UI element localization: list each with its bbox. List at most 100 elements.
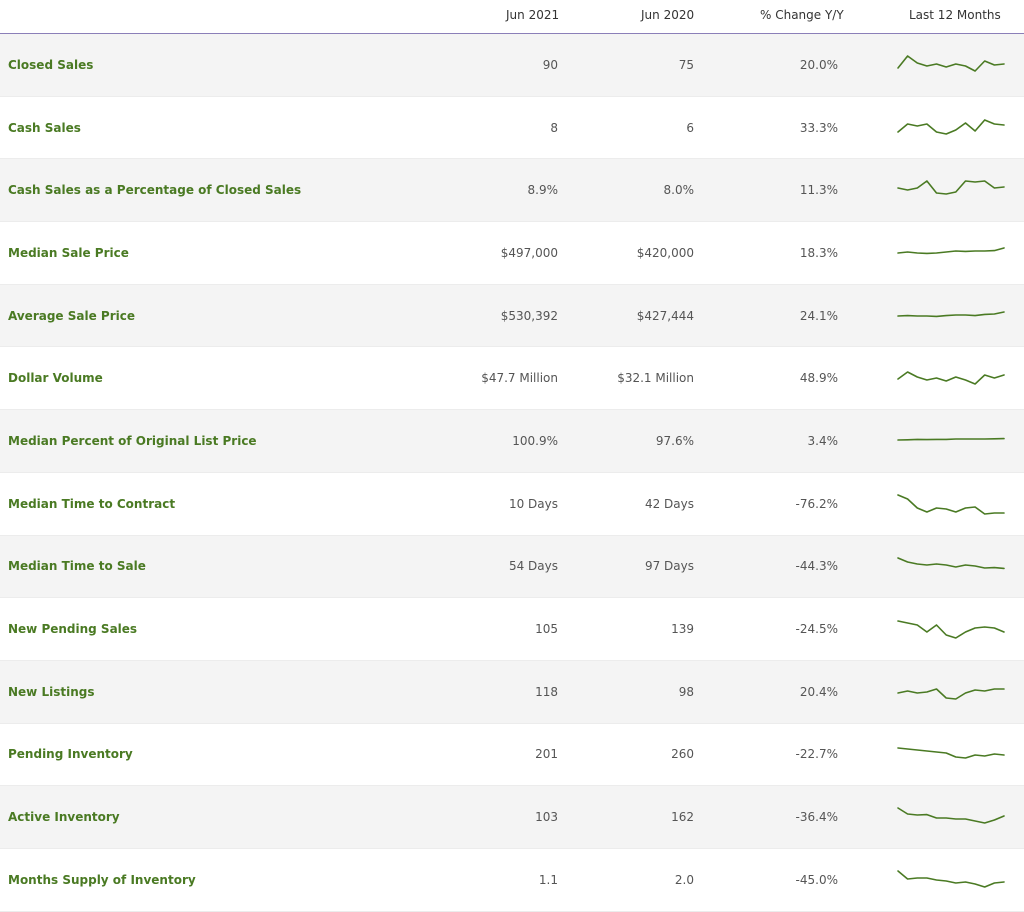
current-value: 100.9% [512,433,558,448]
change-value: 20.4% [799,684,838,699]
table-row: Months Supply of Inventory 1.1 2.0 -45.0% [0,849,1024,912]
market-stats-table: Jun 2021 Jun 2020 % Change Y/Y Last 12 M… [0,0,1024,912]
prior-value: 42 Days [644,496,694,511]
prior-value: 6 [686,120,694,135]
sparkline-chart [897,118,1005,135]
metric-label[interactable]: Median Time to Sale [8,559,146,573]
table-row: Pending Inventory 201 260 -22.7% [0,724,1024,787]
change-value: -76.2% [795,496,838,511]
current-value: $47.7 Million [481,371,558,386]
sparkline-series [897,747,1005,760]
current-value: 54 Days [508,559,558,574]
change-value: -44.3% [795,559,838,574]
metric-label[interactable]: New Pending Sales [8,622,137,636]
metric-label[interactable]: New Listings [8,685,94,699]
sparkline-series [897,869,1005,888]
change-value: -22.7% [795,747,838,762]
table-row: New Pending Sales 105 139 -24.5% [0,598,1024,661]
table-row: Active Inventory 103 162 -36.4% [0,786,1024,849]
header-change-yy: % Change Y/Y [760,8,844,22]
current-value: 8 [550,120,558,135]
sparkline-series [897,557,1005,570]
current-value: 201 [535,747,558,762]
table-row: Median Percent of Original List Price 100… [0,410,1024,473]
table-header: Jun 2021 Jun 2020 % Change Y/Y Last 12 M… [0,0,1024,34]
change-value: 3.4% [807,433,839,448]
current-value: 1.1 [538,872,558,887]
current-value: 90 [542,57,558,72]
sparkline-series [897,247,1005,255]
change-value: 33.3% [799,120,838,135]
sparkline-chart [897,869,1005,888]
change-value: 20.0% [799,57,838,72]
prior-value: 2.0 [674,872,694,887]
change-value: 48.9% [799,371,838,386]
table-row: Average Sale Price $530,392 $427,444 24.1% [0,284,1024,348]
metric-label[interactable]: Months Supply of Inventory [8,873,196,887]
prior-value: $420,000 [636,245,694,260]
prior-value: $427,444 [636,308,694,323]
table-row: Cash Sales as a Percentage of Closed Sal… [0,159,1024,223]
sparkline-chart [897,557,1005,570]
table-row: New Listings 118 98 20.4% [0,660,1024,724]
change-value: -45.0% [795,872,838,887]
current-value: 105 [535,622,558,637]
current-value: 103 [535,810,558,825]
metric-label[interactable]: Average Sale Price [8,309,135,323]
table-row: Closed Sales 90 75 20.0% [0,34,1024,97]
current-value: $497,000 [500,245,558,260]
sparkline-chart [897,310,1005,317]
header-current-period: Jun 2021 [506,8,560,22]
header-prior-period: Jun 2020 [641,8,695,22]
sparkline-series [897,687,1005,700]
change-value: 11.3% [799,183,838,198]
prior-value: 8.0% [663,183,695,198]
metric-label[interactable]: Closed Sales [8,58,93,72]
sparkline-chart [897,747,1005,760]
metric-label[interactable]: Cash Sales as a Percentage of Closed Sal… [8,183,301,197]
sparkline-chart [897,620,1005,639]
prior-value: 97.6% [655,433,694,448]
prior-value: 139 [671,622,694,637]
prior-value: 75 [678,57,694,72]
prior-value: 260 [671,747,694,762]
metric-label[interactable]: Dollar Volume [8,371,103,385]
change-value: -24.5% [795,622,838,637]
current-value: 118 [535,684,558,699]
sparkline-series [897,807,1005,824]
header-last-12-months: Last 12 Months [909,8,1001,22]
sparkline-chart [897,55,1005,72]
sparkline-chart [897,687,1005,700]
current-value: $530,392 [500,308,558,323]
sparkline-chart [897,180,1005,196]
table-row: Dollar Volume $47.7 Million $32.1 Million 4… [0,347,1024,411]
metric-label[interactable]: Cash Sales [8,121,81,135]
prior-value: 97 Days [644,559,694,574]
sparkline-chart [897,493,1005,515]
sparkline-series [897,620,1005,639]
prior-value: 162 [671,810,694,825]
metric-label[interactable]: Median Sale Price [8,246,129,260]
change-value: 24.1% [799,308,838,323]
sparkline-series [897,437,1005,441]
current-value: 10 Days [508,496,558,511]
sparkline-series [897,180,1005,196]
sparkline-chart [897,437,1005,441]
table-row: Cash Sales 8 6 33.3% [0,97,1024,160]
change-value: -36.4% [795,810,838,825]
table-body: Closed Sales 90 75 20.0% Cash Sales 8 6 33.3% Ca… [0,34,1024,912]
metric-label[interactable]: Median Percent of Original List Price [8,434,257,448]
table-row: Median Time to Sale 54 Days 97 Days -44.3% [0,535,1024,599]
sparkline-series [897,371,1005,386]
sparkline-series [897,493,1005,515]
table-row: Median Sale Price $497,000 $420,000 18.3% [0,222,1024,285]
metric-label[interactable]: Active Inventory [8,810,120,824]
metric-label[interactable]: Median Time to Contract [8,497,175,511]
sparkline-series [897,118,1005,135]
sparkline-series [897,310,1005,317]
prior-value: 98 [678,684,694,699]
sparkline-chart [897,807,1005,824]
sparkline-series [897,55,1005,72]
metric-label[interactable]: Pending Inventory [8,747,133,761]
current-value: 8.9% [527,183,559,198]
